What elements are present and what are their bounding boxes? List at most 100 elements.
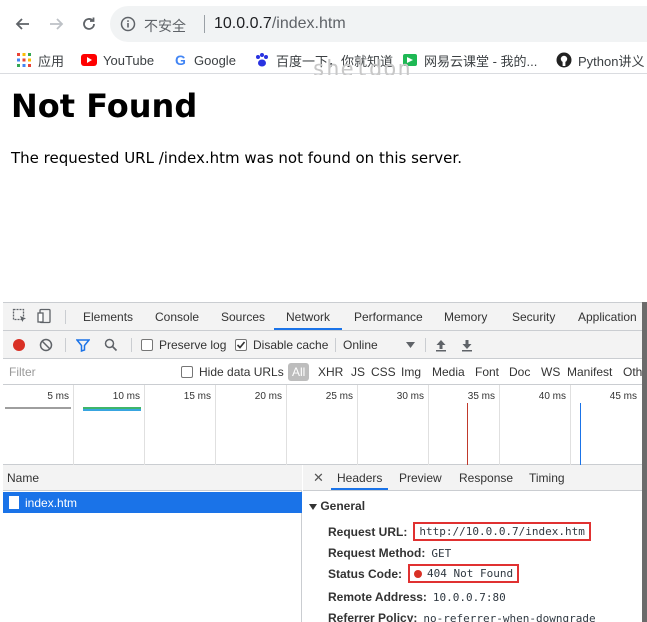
filter-type-ws[interactable]: WS [541, 359, 560, 385]
load-event-marker [467, 403, 468, 465]
devtools-tab-bar: Elements Console Sources Network Perform… [3, 303, 642, 331]
filter-input[interactable]: Filter [9, 365, 36, 379]
reload-button[interactable] [78, 13, 100, 35]
device-toolbar-icon[interactable] [37, 308, 53, 329]
address-separator [204, 15, 205, 33]
google-icon: G [175, 53, 186, 67]
baidu-paw-icon [256, 53, 268, 67]
record-button[interactable] [12, 331, 26, 359]
page-title: Not Found [11, 87, 198, 125]
tick-label: 40 ms [538, 391, 566, 402]
field-key: Referrer Policy: [328, 611, 418, 622]
toolbar-separator [335, 338, 336, 352]
field-value: 404 Not Found [427, 567, 514, 580]
checkbox-box [141, 339, 153, 351]
import-har-button[interactable] [435, 331, 447, 359]
tab-console[interactable]: Console [155, 303, 199, 330]
tick-line [73, 385, 74, 465]
reload-icon [83, 17, 95, 30]
filter-type-xhr[interactable]: XHR [318, 359, 343, 385]
youtube-icon [81, 54, 97, 66]
tab-network[interactable]: Network [274, 303, 343, 330]
field-status-code: Status Code: 404 Not Found [328, 564, 520, 583]
export-har-button[interactable] [461, 331, 473, 359]
throttling-select[interactable]: Online [343, 331, 415, 359]
bookmark-google[interactable]: G Google [174, 50, 236, 70]
filter-type-font[interactable]: Font [475, 359, 499, 385]
inspect-element-icon[interactable] [12, 308, 28, 329]
filter-type-js[interactable]: JS [351, 359, 365, 385]
close-icon[interactable]: ✕ [313, 470, 324, 486]
filter-type-all[interactable]: All [288, 363, 310, 381]
bookmark-label: Google [194, 52, 236, 68]
devtools-panel: Elements Console Sources Network Perform… [3, 302, 642, 622]
clear-icon [39, 338, 53, 352]
filter-type-other[interactable]: Oth [623, 359, 642, 385]
forward-button[interactable] [45, 13, 67, 35]
tab-security[interactable]: Security [512, 303, 555, 330]
field-request-url: Request URL: http://10.0.0.7/index.htm [328, 522, 591, 541]
checkmark-icon [236, 341, 246, 349]
upload-icon [436, 340, 446, 352]
field-key: Status Code: [328, 566, 403, 581]
filter-toggle-button[interactable] [76, 331, 90, 359]
section-title: General [320, 499, 366, 513]
preserve-log-checkbox[interactable]: Preserve log [141, 331, 226, 359]
bookmark-label: YouTube [103, 52, 155, 68]
request-name: index.htm [25, 495, 78, 510]
details-tab-bar: ✕ Headers Preview Response Timing [303, 465, 642, 491]
general-section-toggle[interactable]: General [309, 499, 365, 513]
filter-type-manifest[interactable]: Manifest [567, 359, 612, 385]
bookmark-apps[interactable]: 应用 [16, 50, 64, 70]
address-bar[interactable]: 不安全 10.0.0.7/index.htm [110, 6, 647, 42]
tab-timing[interactable]: Timing [529, 465, 565, 490]
tab-memory[interactable]: Memory [444, 303, 487, 330]
status-dot-icon [414, 569, 423, 578]
url-host: 10.0.0.7 [214, 15, 272, 32]
tick-line [570, 385, 571, 465]
throttling-value: Online [343, 338, 378, 352]
tick-label: 30 ms [396, 391, 424, 402]
tab-application[interactable]: Application [578, 303, 637, 330]
tab-preview[interactable]: Preview [399, 465, 442, 490]
tab-performance[interactable]: Performance [354, 303, 423, 330]
request-row[interactable]: index.htm [3, 492, 302, 513]
field-key: Request Method: [328, 546, 426, 560]
tab-response[interactable]: Response [459, 465, 513, 490]
bookmark-youtube[interactable]: YouTube [81, 50, 154, 70]
bookmark-163-study[interactable]: 网易云课堂 - 我的... [402, 50, 537, 70]
tab-separator [65, 310, 66, 324]
info-icon[interactable] [120, 16, 136, 37]
filter-type-img[interactable]: Img [401, 359, 421, 385]
window-edge [642, 302, 647, 622]
url-text: 10.0.0.7/index.htm [214, 15, 346, 33]
tick-line [428, 385, 429, 465]
tab-elements[interactable]: Elements [83, 303, 133, 330]
filter-type-media[interactable]: Media [432, 359, 465, 385]
request-bar-waiting [5, 407, 71, 409]
bookmark-python[interactable]: Python讲义 [556, 50, 644, 70]
network-overview[interactable]: 5 ms 10 ms 15 ms 20 ms 25 ms 30 ms 35 ms… [3, 385, 642, 465]
hide-data-urls-checkbox[interactable]: Hide data URLs [181, 359, 284, 385]
clear-button[interactable] [39, 331, 53, 359]
tab-headers[interactable]: Headers [331, 465, 389, 490]
search-button[interactable] [104, 331, 118, 359]
document-icon [9, 496, 19, 509]
field-key: Remote Address: [328, 590, 427, 604]
tick-line [215, 385, 216, 465]
tab-sources[interactable]: Sources [221, 303, 265, 330]
caret-down-icon [405, 342, 415, 348]
toolbar-separator [131, 338, 132, 352]
tick-label: 20 ms [254, 391, 282, 402]
filter-type-doc[interactable]: Doc [509, 359, 530, 385]
request-list: Name index.htm [3, 465, 302, 622]
page-message: The requested URL /index.htm was not fou… [11, 149, 462, 167]
field-request-method: Request Method: GET [328, 546, 451, 560]
request-details: ✕ Headers Preview Response Timing Genera… [303, 465, 642, 622]
filter-type-css[interactable]: CSS [371, 359, 396, 385]
disable-cache-checkbox[interactable]: Disable cache [235, 331, 328, 359]
url-path: /index.htm [271, 15, 346, 32]
back-button[interactable] [12, 13, 34, 35]
preserve-log-label: Preserve log [159, 338, 227, 352]
column-header-name[interactable]: Name [3, 465, 302, 491]
